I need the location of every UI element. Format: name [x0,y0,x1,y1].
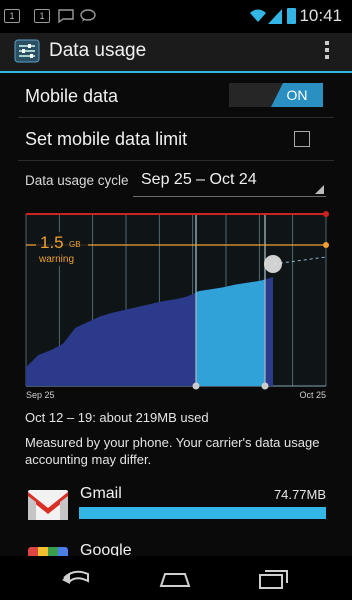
google-app-icon [28,547,68,556]
app-usage-bar-fill [79,507,326,519]
toggle-on-label: ON [271,83,323,107]
home-icon[interactable] [157,564,193,592]
recent-apps-icon[interactable] [256,564,292,592]
chart-start-label: Sep 25 [26,390,55,400]
cycle-value: Sep 25 – Oct 24 [141,171,257,188]
app-name: Google [80,542,132,556]
warning-handle[interactable] [323,242,329,248]
warning-unit: GB [69,240,81,249]
data-usage-settings-icon[interactable] [14,39,40,63]
page-title: Data usage [49,40,147,61]
app-usage-row[interactable]: Google [0,540,352,556]
mobile-data-toggle[interactable]: ON [229,83,323,107]
divider [18,117,334,118]
divider [18,160,334,161]
current-usage-marker [264,255,282,273]
cycle-spinner[interactable]: Sep 25 – Oct 24 [133,166,326,197]
action-bar: Data usage [0,33,352,73]
data-limit-checkbox[interactable] [294,131,310,147]
selected-range-area [196,279,265,386]
spinner-arrow-icon [315,185,324,194]
chat-bubble-icon [80,9,96,22]
overflow-menu-icon[interactable] [324,41,330,63]
sim-notification-icon: 1 [34,9,50,23]
sim-notification-icon: 1 [4,9,20,23]
back-icon[interactable] [58,564,94,592]
mobile-data-label: Mobile data [25,86,119,106]
range-end-handle[interactable] [261,382,269,390]
range-start-handle[interactable] [192,382,200,390]
app-size: 74.77MB [273,487,326,502]
battery-icon [287,8,296,24]
data-limit-label: Set mobile data limit [25,129,188,149]
usage-chart[interactable]: 1.5 GB warning Sep 25 Oct 25 [0,200,352,405]
cycle-label: Data usage cycle [25,173,129,188]
app-usage-row[interactable]: Gmail 74.77MB [0,475,352,535]
wifi-icon [250,9,266,22]
warning-value: 1.5 [40,233,64,252]
usage-summary: Oct 12 – 19: about 219MB used [25,410,209,425]
gmail-icon [28,490,68,520]
chart-end-label: Oct 25 [299,390,326,400]
limit-handle[interactable] [323,211,329,217]
disclaimer-text: Measured by your phone. Your carrier's d… [25,435,320,467]
app-name: Gmail [80,485,122,502]
signal-icon [268,9,282,24]
warning-label: warning [38,254,74,265]
status-clock: 10:41 [299,6,342,25]
app-usage-bar [79,507,326,519]
navigation-bar [0,556,352,600]
chat-icon [58,9,74,23]
status-bar: 1 1 10:41 [0,0,352,33]
